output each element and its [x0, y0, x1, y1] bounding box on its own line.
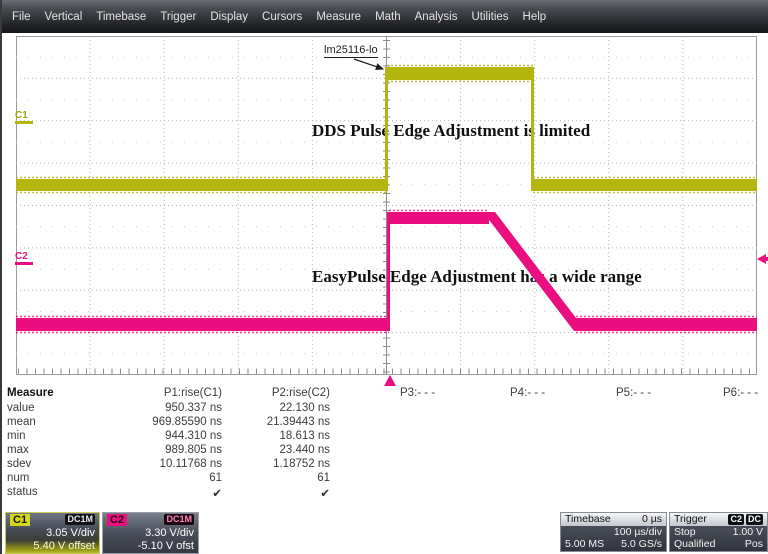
p1-value: 989.805 ns — [98, 444, 222, 456]
row-label: min — [7, 430, 26, 442]
row-label: mean — [7, 416, 36, 428]
menu-item-vertical[interactable]: Vertical — [45, 11, 83, 23]
p2-value: 1.18752 ns — [210, 458, 332, 470]
c2-channel-box[interactable]: C2 DC1M 3.30 V/div -5.10 V ofst — [102, 512, 199, 554]
trigger-time-marker[interactable] — [384, 375, 396, 386]
c2-channel-badge: C2 — [107, 514, 127, 526]
measure-col-p1[interactable]: P1:rise(C1) — [98, 387, 222, 399]
trigger-label: Trigger — [674, 513, 707, 525]
menu-item-analysis[interactable]: Analysis — [415, 11, 458, 23]
waveform-traces — [16, 36, 757, 375]
menu-item-utilities[interactable]: Utilities — [471, 11, 508, 23]
callout-arrow — [354, 59, 383, 69]
timebase-label: Timebase — [565, 513, 611, 525]
p2-value: 61 — [210, 472, 332, 484]
status-ok-icon: ✔ — [98, 486, 222, 500]
trigger-level-marker[interactable] — [757, 254, 768, 264]
trigger-box[interactable]: Trigger C2 DC Stop 1.00 V Qualified Pos — [669, 512, 768, 552]
trigger-kind: Qualified — [674, 538, 715, 550]
p2-value: 21.39443 ns — [210, 416, 332, 428]
timebase-delay: 0 µs — [642, 513, 662, 525]
c2-trace — [16, 212, 757, 331]
c1-trace — [16, 67, 757, 191]
timebase-samples: 5.00 MS — [565, 538, 604, 550]
trigger-source-badge: C2 — [728, 514, 744, 525]
menu-item-trigger[interactable]: Trigger — [160, 11, 196, 23]
p2-value: 22.130 ns — [210, 402, 332, 414]
menu-item-timebase[interactable]: Timebase — [96, 11, 146, 23]
row-label: max — [7, 444, 29, 456]
trigger-slope: Pos — [745, 538, 763, 550]
row-label: status — [7, 486, 38, 498]
oscilloscope-screen: DDS Pulse Edge Adjustment is limited Eas… — [16, 36, 757, 375]
measure-col-p3[interactable]: P3:- - - — [400, 387, 435, 399]
measure-col-p5[interactable]: P5:- - - — [616, 387, 651, 399]
measure-header-row: Measure P1:rise(C1) P2:rise(C2) P3:- - -… — [2, 387, 768, 401]
measure-col-p4[interactable]: P4:- - - — [510, 387, 545, 399]
p2-value: 18.613 ns — [210, 430, 332, 442]
callout-label: lm25116-lo — [324, 44, 378, 58]
c1-offset: 5.40 V offset — [33, 540, 95, 552]
timebase-scale: 100 µs/div — [614, 526, 662, 538]
measure-row-mean: mean 969.85590 ns 21.39443 ns — [2, 416, 768, 430]
status-ok-icon: ✔ — [210, 486, 332, 500]
menu-item-file[interactable]: File — [12, 11, 31, 23]
menu-item-help[interactable]: Help — [523, 11, 547, 23]
c2-offset: -5.10 V ofst — [138, 540, 194, 552]
p2-value: 23.440 ns — [210, 444, 332, 456]
row-label: sdev — [7, 458, 31, 470]
measure-col-p2[interactable]: P2:rise(C2) — [210, 387, 332, 399]
measure-table: Measure P1:rise(C1) P2:rise(C2) P3:- - -… — [2, 385, 768, 512]
c2-offset-marker[interactable]: C2 — [15, 251, 33, 265]
menu-item-cursors[interactable]: Cursors — [262, 11, 302, 23]
c2-coupling-badge: DC1M — [164, 514, 194, 525]
c1-channel-badge: C1 — [10, 514, 30, 526]
menu-item-display[interactable]: Display — [210, 11, 248, 23]
measure-row-num: num 61 61 — [2, 472, 768, 486]
menu-bar: File Vertical Timebase Trigger Display C… — [2, 0, 768, 33]
timebase-box[interactable]: Timebase 0 µs 100 µs/div 5.00 MS 5.0 GS/… — [560, 512, 667, 552]
trigger-mode: Stop — [674, 526, 696, 538]
timebase-rate: 5.0 GS/s — [621, 538, 662, 550]
measure-row-value: value 950.337 ns 22.130 ns — [2, 402, 768, 416]
measure-row-min: min 944.310 ns 18.613 ns — [2, 430, 768, 444]
menu-item-measure[interactable]: Measure — [316, 11, 361, 23]
measure-row-status: status ✔ ✔ — [2, 486, 768, 500]
p1-value: 61 — [98, 472, 222, 484]
oscilloscope-window: File Vertical Timebase Trigger Display C… — [0, 0, 768, 554]
p1-value: 969.85590 ns — [98, 416, 222, 428]
c1-offset-marker[interactable]: C1 — [15, 110, 33, 124]
p1-value: 950.337 ns — [98, 402, 222, 414]
p1-value: 944.310 ns — [98, 430, 222, 442]
measure-col-p6[interactable]: P6:- - - — [723, 387, 758, 399]
measure-title: Measure — [7, 387, 54, 399]
menu-item-math[interactable]: Math — [375, 11, 401, 23]
c1-coupling-badge: DC1M — [65, 514, 95, 525]
measure-row-sdev: sdev 10.11768 ns 1.18752 ns — [2, 458, 768, 472]
trigger-level: 1.00 V — [733, 526, 763, 538]
measure-row-max: max 989.805 ns 23.440 ns — [2, 444, 768, 458]
c1-vdiv: 3.05 V/div — [46, 527, 95, 539]
p1-value: 10.11768 ns — [98, 458, 222, 470]
c1-channel-box[interactable]: C1 DC1M 3.05 V/div 5.40 V offset — [5, 512, 100, 554]
trigger-coupling-badge: DC — [746, 514, 763, 525]
row-label: num — [7, 472, 29, 484]
row-label: value — [7, 402, 35, 414]
c2-vdiv: 3.30 V/div — [145, 527, 194, 539]
